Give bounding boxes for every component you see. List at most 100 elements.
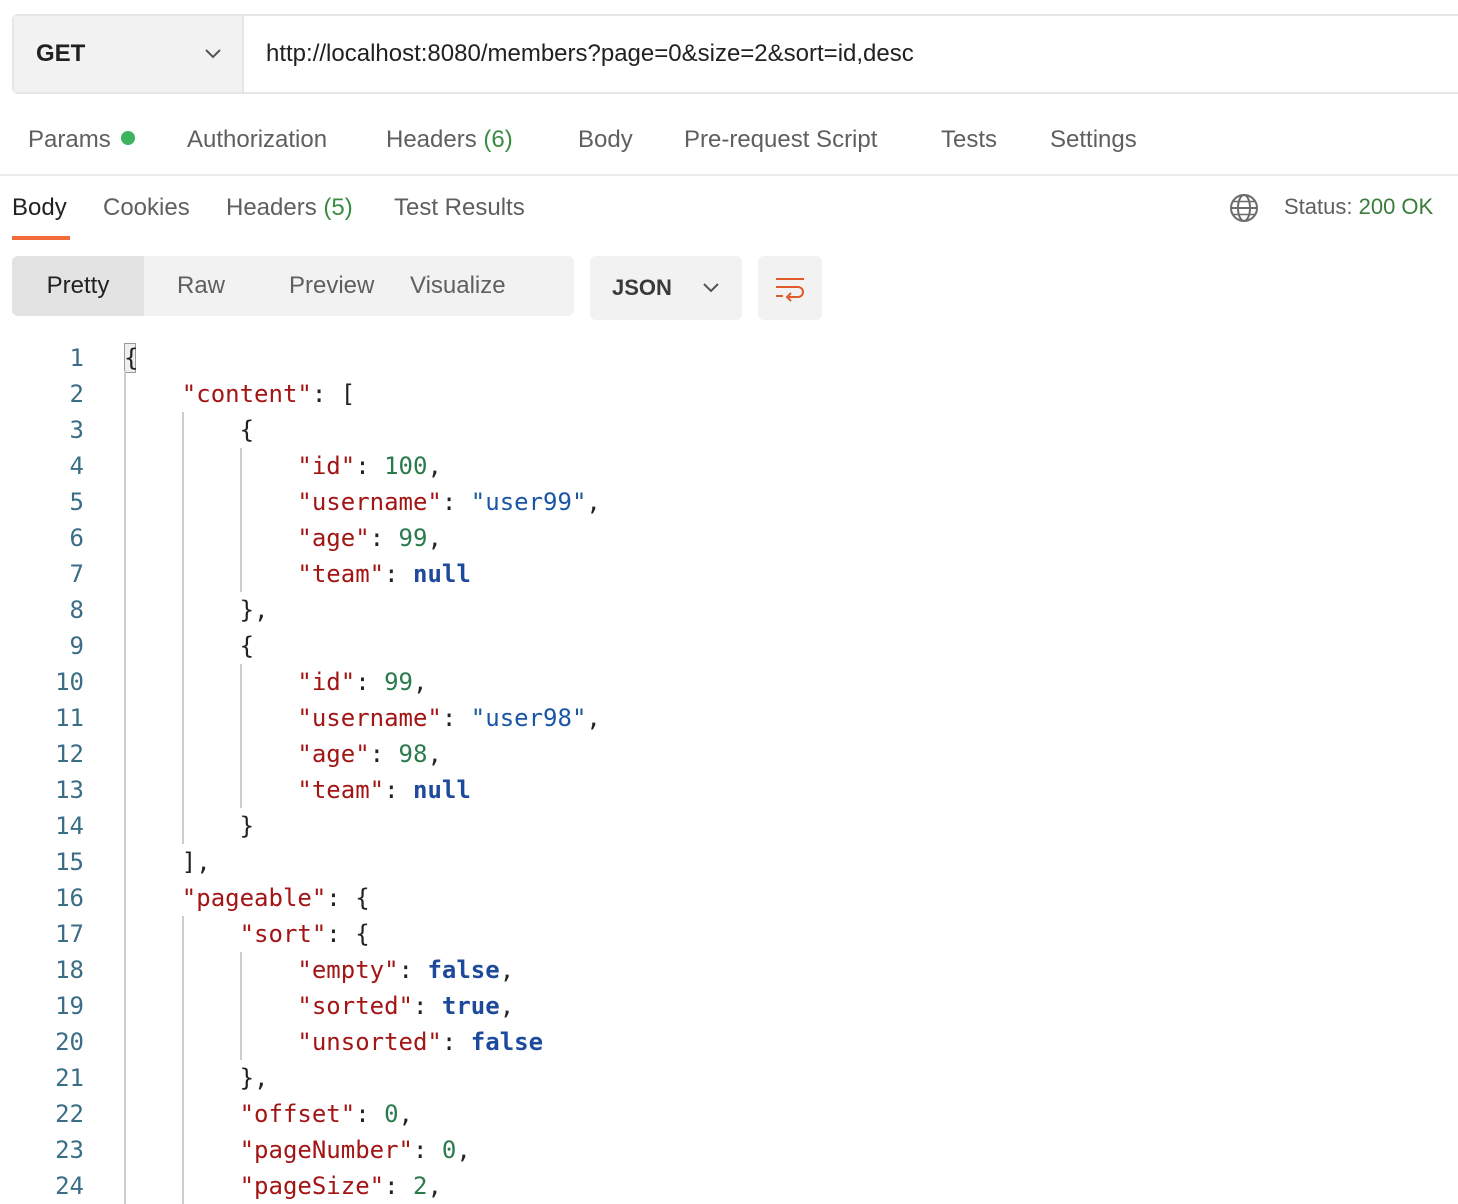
code-token: : [355,1100,385,1128]
view-mode-selector: Pretty Raw Preview Visualize [12,256,574,316]
code-content: "team": null [124,772,470,808]
code-token: { [124,344,139,372]
code-token: { [124,632,255,660]
code-token: , [586,488,601,516]
code-line: 21 }, [0,1060,1458,1096]
code-token: false [470,1028,544,1056]
line-number: 15 [55,848,84,876]
tab-tests[interactable]: Tests [941,126,997,154]
code-content: "age": 98, [124,736,442,772]
line-number: 2 [69,380,84,408]
code-line: 23 "pageNumber": 0, [0,1132,1458,1168]
code-token: "sorted" [297,992,413,1020]
code-token: : [441,1028,471,1056]
code-content: }, [124,592,269,628]
line-number: 18 [55,956,84,984]
code-token: "pageable" [181,884,327,912]
code-token: , [427,1172,442,1200]
tab-prerequest-script[interactable]: Pre-request Script [684,126,877,154]
tab-authorization[interactable]: Authorization [187,126,327,154]
code-token: 0 [384,1100,399,1128]
request-bar: GET [12,14,1458,94]
tab-cookies[interactable]: Cookies [103,194,190,222]
tab-response-body[interactable]: Body [12,194,67,222]
tab-body[interactable]: Body [578,126,633,154]
tab-test-results[interactable]: Test Results [394,194,525,222]
chevron-down-icon [205,49,221,59]
line-number: 7 [69,560,84,588]
code-line: 20 "unsorted": false [0,1024,1458,1060]
line-number: 12 [55,740,84,768]
code-content: "pageable": { [124,880,370,916]
format-select[interactable]: JSON [590,256,742,320]
method-select[interactable]: GET [14,16,244,92]
code-token: "unsorted" [297,1028,442,1056]
url-input[interactable] [244,16,1458,92]
view-raw[interactable]: Raw [144,256,256,316]
tab-settings-label: Settings [1050,126,1137,153]
code-token: : [384,560,413,588]
line-number: 11 [55,704,84,732]
code-content: "content": [ [124,376,355,412]
line-number: 20 [55,1028,84,1056]
code-token: : [355,452,385,480]
code-token: : [398,956,428,984]
code-token: "team" [297,776,385,804]
code-token: : [412,992,442,1020]
response-body-code[interactable]: 1{2 "content": [3 {4 "id": 100, 5 "userna… [0,340,1458,1204]
code-token: "age" [297,524,370,552]
view-pretty[interactable]: Pretty [12,256,144,316]
code-content: "username": "user98", [124,700,600,736]
code-content: "pageNumber": 0, [124,1132,471,1168]
code-content: "pageSize": 2, [124,1168,442,1204]
line-number: 17 [55,920,84,948]
view-preview[interactable]: Preview [256,256,410,316]
code-token: "user98" [470,704,587,732]
code-line: 8 }, [0,592,1458,628]
tab-headers[interactable]: Headers (6) [386,126,513,154]
tab-authorization-label: Authorization [187,126,328,153]
code-line: 24 "pageSize": 2, [0,1168,1458,1204]
tab-params[interactable]: Params [28,126,135,154]
code-content: { [124,340,138,376]
status-label: Status: [1284,194,1353,219]
code-line: 7 "team": null [0,556,1458,592]
code-line: 17 "sort": { [0,916,1458,952]
chevron-down-icon [703,283,719,293]
view-visualize[interactable]: Visualize [410,256,574,316]
globe-icon[interactable] [1229,193,1259,223]
code-content: "sorted": true, [124,988,514,1024]
line-number: 1 [69,344,84,372]
code-token: , [427,524,442,552]
code-token: "age" [297,740,370,768]
code-token: false [427,956,500,984]
code-token: , [427,452,442,480]
headers-count: (6) [483,126,513,153]
code-content: "sort": { [124,916,370,952]
code-token: }, [124,596,269,624]
code-token: "id" [297,668,356,696]
wrap-lines-button[interactable] [758,256,822,320]
code-content: "unsorted": false [124,1024,543,1060]
line-number: 5 [69,488,84,516]
params-active-dot [120,131,135,145]
code-token: 98 [398,740,428,768]
line-number: 22 [55,1100,84,1128]
code-token: 0 [441,1136,457,1164]
tab-response-headers[interactable]: Headers (5) [226,194,353,222]
line-number: 4 [69,452,84,480]
tab-settings[interactable]: Settings [1050,126,1137,154]
code-token: null [413,560,471,588]
code-line: 1{ [0,340,1458,376]
